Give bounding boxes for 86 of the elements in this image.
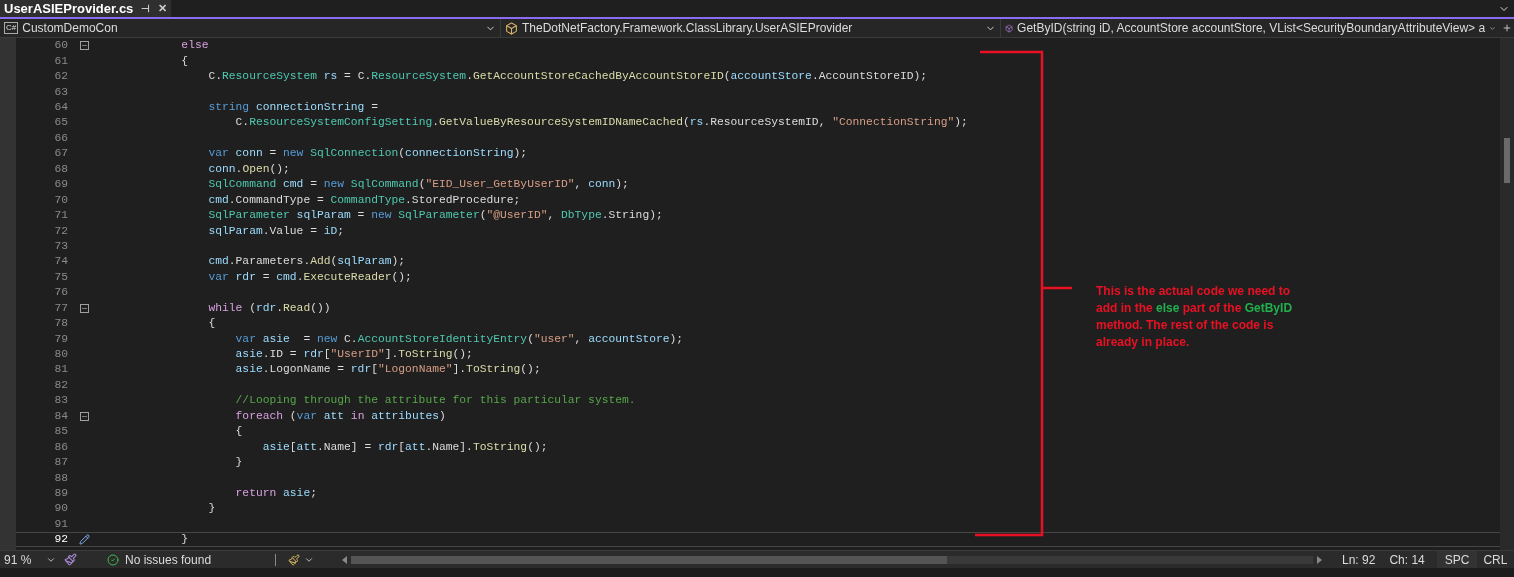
code-line: C.ResourceSystemConfigSetting.GetValueByResourceSystemIDNameCached(rs.ResourceSystemID, "ConnectionString");: [234, 115, 968, 131]
line-number: 91: [53, 516, 68, 532]
cleanup-button[interactable]: [288, 553, 314, 566]
code-line: SqlCommand cmd = new SqlCommand("EID_User_GetByUserID", conn);: [207, 177, 629, 193]
line-number: 64: [53, 100, 68, 115]
broom-icon: [288, 553, 300, 566]
code-line: asie[att.Name] = rdr[att.Name].ToString();: [261, 439, 548, 455]
whitespace-indicator[interactable]: SPC: [1436, 551, 1478, 568]
line-number: 69: [53, 177, 68, 193]
split-icon[interactable]: [1502, 23, 1512, 33]
scrollbar-thumb[interactable]: [1504, 138, 1510, 183]
code-line: while (rdr.Read()): [207, 300, 331, 316]
code-line: string connectionString =: [207, 100, 378, 115]
code-line: cmd.Parameters.Add(sqlParam);: [207, 254, 406, 270]
line-number: 72: [53, 223, 68, 239]
code-line: asie.LogonName = rdr["LogonName"].ToString();: [234, 362, 541, 378]
line-indicator[interactable]: Ln: 92: [1342, 551, 1376, 568]
line-number: 77: [53, 300, 68, 316]
line-number: 79: [53, 331, 68, 347]
collapse-icon[interactable]: [79, 303, 89, 313]
code-line: var rdr = cmd.ExecuteReader();: [207, 269, 412, 285]
line-number: 92: [53, 532, 68, 548]
class-icon: [505, 21, 518, 35]
code-line: SqlParameter sqlParam = new SqlParameter("@UserID", DbType.String);: [207, 208, 663, 224]
line-ending-indicator[interactable]: CRL: [1483, 551, 1508, 568]
line-number: 60: [53, 38, 68, 54]
line-number: 65: [53, 115, 68, 131]
pin-button[interactable]: ⊣: [141, 1, 151, 16]
check-icon: [107, 553, 119, 566]
line-number: 88: [53, 470, 68, 486]
collapse-icon[interactable]: [79, 41, 89, 51]
line-number: 66: [53, 130, 68, 146]
code-line: }: [180, 532, 189, 548]
code-line: sqlParam.Value = iD;: [207, 223, 345, 239]
line-number: 61: [53, 53, 68, 69]
code-line: asie.ID = rdr["UserID"].ToString();: [234, 347, 473, 362]
annotation-text: This is the actual code we need to add in the else part of the GetByID method. The rest of the code is already in place.: [1096, 283, 1294, 351]
line-number: 90: [53, 501, 68, 517]
line-number: 81: [53, 362, 68, 378]
zoom-dropdown[interactable]: 91 %: [0, 551, 60, 568]
code-line: return asie;: [234, 485, 317, 501]
line-number: 63: [53, 84, 68, 100]
line-number: 76: [53, 285, 68, 301]
line-number: 80: [53, 347, 68, 362]
line-number: 83: [53, 393, 68, 409]
line-number: 85: [53, 424, 68, 440]
class-dropdown[interactable]: TheDotNetFactory.Framework.ClassLibrary.UserASIEProvider: [500, 19, 1000, 37]
line-number: 68: [53, 161, 68, 177]
line-number: 78: [53, 316, 68, 332]
code-line: C.ResourceSystem rs = C.ResourceSystem.GetAccountStoreCachedByAccountStoreID(accountStore.AccountStoreID);: [207, 69, 928, 85]
scroll-right-icon[interactable]: [1317, 555, 1322, 564]
line-number: 71: [53, 208, 68, 224]
column-indicator[interactable]: Ch: 14: [1389, 551, 1425, 568]
code-line: foreach (var att in attributes): [234, 408, 446, 424]
line-number: 62: [53, 69, 68, 85]
code-line: {: [234, 424, 243, 440]
line-number: 67: [53, 146, 68, 162]
code-line: conn.Open();: [207, 161, 290, 177]
issues-status[interactable]: No issues found: [125, 551, 275, 568]
project-dropdown[interactable]: C# CustomDemoCon: [0, 19, 500, 37]
code-line: else: [180, 38, 209, 54]
member-dropdown[interactable]: GetByID(string iD, AccountStore accountStore, VList<SecurityBoundaryAttributeView> a: [1000, 19, 1500, 37]
code-line: //Looping through the attribute for this particular system.: [234, 393, 636, 409]
code-line: var asie = new C.AccountStoreIdentityEntry("user", accountStore);: [234, 331, 684, 347]
code-line: }: [207, 501, 216, 517]
pencil-icon[interactable]: [78, 534, 90, 546]
code-line: var conn = new SqlConnection(connectionString);: [207, 146, 528, 162]
line-number: 75: [53, 269, 68, 285]
code-line: }: [234, 455, 243, 471]
csharp-icon: C#: [4, 22, 19, 34]
line-number: 70: [53, 192, 68, 208]
collapse-icon[interactable]: [79, 411, 89, 421]
line-number: 89: [53, 485, 68, 501]
line-number: 74: [53, 254, 68, 270]
tab-title: UserASIEProvider.cs: [4, 0, 134, 18]
code-line: cmd.CommandType = CommandType.StoredProcedure;: [207, 192, 521, 208]
close-button[interactable]: ✕: [158, 0, 168, 17]
line-number: 84: [53, 408, 68, 424]
line-number: 87: [53, 455, 68, 471]
code-line: {: [207, 316, 216, 332]
code-line: {: [180, 53, 189, 69]
horizontal-scrollbar[interactable]: [342, 554, 1322, 565]
file-tab[interactable]: UserASIEProvider.cs ⊣ ✕: [0, 0, 172, 17]
line-number: 73: [53, 238, 68, 254]
line-number: 82: [53, 377, 68, 393]
line-number: 86: [53, 439, 68, 455]
